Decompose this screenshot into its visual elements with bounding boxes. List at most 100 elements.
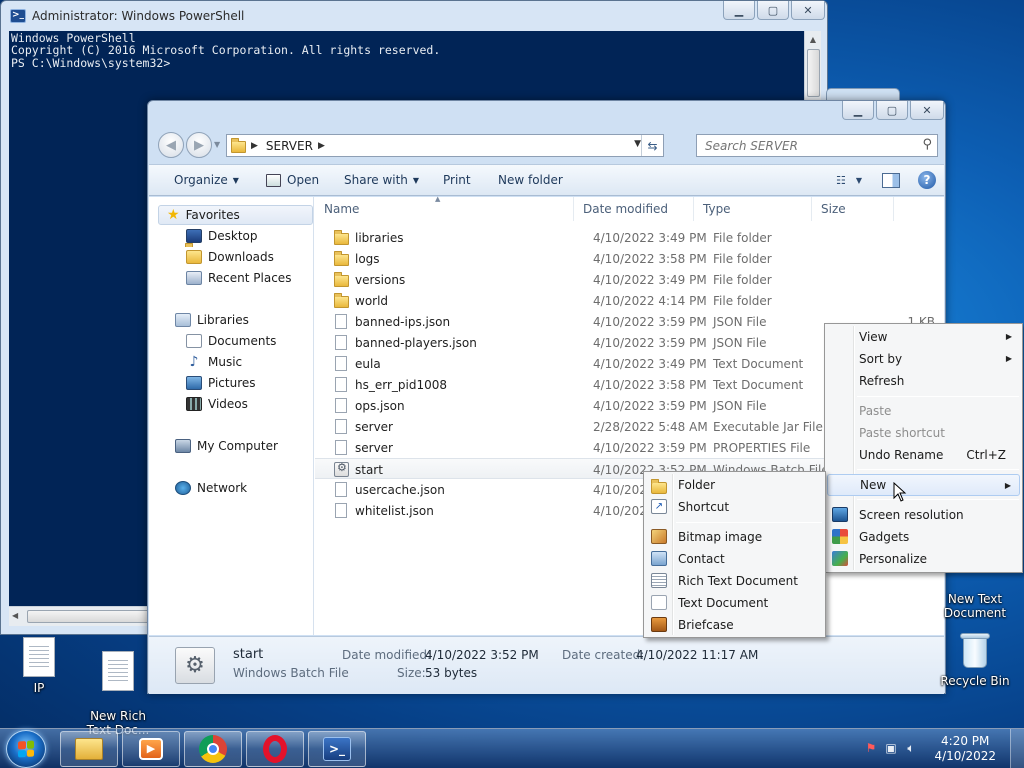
column-size[interactable]: Size (812, 197, 894, 221)
show-desktop-button[interactable] (1010, 729, 1024, 768)
nav-documents[interactable]: Documents (186, 331, 276, 351)
scroll-thumb[interactable] (807, 49, 820, 97)
nav-downloads[interactable]: Downloads (186, 247, 274, 267)
desktop-icon-recycle-bin[interactable]: Recycle Bin (937, 630, 1013, 688)
new-folder-button[interactable]: New folder (498, 165, 563, 195)
gadgets-icon (832, 529, 848, 544)
menu-item-gadgets[interactable]: Gadgets (827, 526, 1020, 548)
menu-item-screen-resolution[interactable]: Screen resolution (827, 504, 1020, 526)
menu-item-text-document[interactable]: Text Document (646, 592, 823, 614)
breadcrumb-server[interactable]: SERVER (266, 139, 313, 153)
nav-recent-places[interactable]: Recent Places (186, 268, 291, 288)
search-icon[interactable]: ⚲ (922, 137, 932, 152)
nav-music[interactable]: ♪ Music (186, 352, 243, 372)
nav-desktop[interactable]: Desktop (186, 226, 258, 246)
table-row[interactable]: logs 4/10/2022 3:58 PM File folder (315, 248, 944, 269)
column-name[interactable]: Name ▲ (315, 195, 574, 221)
taskbar-explorer[interactable] (60, 731, 118, 767)
chevron-down-icon: ▼ (232, 175, 239, 185)
forward-button[interactable]: ▶ (186, 132, 212, 158)
table-row[interactable]: world 4/10/2022 4:14 PM File folder (315, 290, 944, 311)
change-view-button[interactable]: ☷ ▼ (836, 170, 862, 190)
column-label: Date modified (583, 202, 669, 216)
clock[interactable]: 4:20 PM 4/10/2022 (934, 734, 996, 764)
menu-item-paste-shortcut[interactable]: Paste shortcut (827, 422, 1020, 444)
maximize-button[interactable]: ▢ (876, 101, 908, 120)
menu-label: Text Document (678, 596, 769, 610)
scroll-up-icon[interactable]: ▲ (805, 31, 821, 47)
print-button[interactable]: Print (443, 165, 471, 195)
menu-item-undo-rename[interactable]: Undo Rename Ctrl+Z (827, 444, 1020, 466)
organize-button[interactable]: Organize ▼ (174, 165, 239, 195)
breadcrumb-separator-icon[interactable]: ▶ (251, 141, 258, 151)
menu-item-bitmap-image[interactable]: Bitmap image (646, 526, 823, 548)
minimize-icon: ▁ (734, 3, 744, 17)
menu-item-briefcase[interactable]: Briefcase (646, 614, 823, 636)
file-name-cell: eula (334, 353, 381, 374)
table-row[interactable]: libraries 4/10/2022 3:49 PM File folder (315, 227, 944, 248)
nav-videos[interactable]: Videos (186, 394, 248, 414)
minimize-button[interactable]: ▁ (842, 101, 874, 120)
nav-libraries[interactable]: Libraries (175, 310, 249, 330)
menu-item-new[interactable]: New ▶ (827, 474, 1020, 496)
scroll-thumb[interactable] (27, 610, 149, 623)
preview-pane-icon[interactable] (882, 172, 900, 188)
close-button[interactable]: ✕ (791, 1, 825, 20)
refresh-icon[interactable]: ⇆ (641, 135, 663, 156)
breadcrumb-separator-icon[interactable]: ▶ (318, 141, 325, 151)
menu-item-rich-text-document[interactable]: Rich Text Document (646, 570, 823, 592)
nav-my-computer[interactable]: My Computer (175, 436, 278, 456)
minimize-button[interactable]: ▁ (723, 1, 755, 20)
network-tray-icon[interactable]: ▣ (883, 741, 899, 757)
column-type[interactable]: Type (694, 197, 812, 221)
menu-label: Rich Text Document (678, 574, 798, 588)
menu-item-refresh[interactable]: Refresh (827, 370, 1020, 392)
search-input[interactable] (697, 135, 912, 156)
table-row[interactable]: versions 4/10/2022 3:49 PM File folder (315, 269, 944, 290)
address-dropdown-icon[interactable]: ▼ (634, 139, 641, 149)
volume-icon[interactable]: 🔈︎ (903, 741, 919, 757)
taskbar-media-player[interactable]: ▶ (122, 731, 180, 767)
start-button[interactable] (6, 730, 46, 768)
nav-network[interactable]: Network (175, 478, 247, 498)
folder-icon (75, 738, 103, 760)
open-button[interactable]: Open (266, 165, 319, 195)
taskbar-powershell[interactable]: >_ (308, 731, 366, 767)
recent-pages-dropdown-icon[interactable]: ▼ (214, 140, 220, 149)
file-size-cell (850, 290, 935, 311)
menu-item-shortcut[interactable]: ↗ Shortcut (646, 496, 823, 518)
mouse-cursor-icon (893, 482, 907, 502)
menu-item-paste[interactable]: Paste (827, 400, 1020, 422)
menu-item-folder[interactable]: Folder (646, 474, 823, 496)
search-box[interactable]: ⚲ (696, 134, 938, 157)
nav-pictures[interactable]: Pictures (186, 373, 256, 393)
column-date-modified[interactable]: Date modified (574, 197, 694, 221)
help-icon[interactable]: ? (918, 171, 936, 189)
open-icon (266, 173, 281, 187)
address-bar[interactable]: ▶ SERVER ▶ ▼ ⇆ (226, 134, 664, 157)
document-icon (335, 398, 347, 413)
back-button[interactable]: ◀ (158, 132, 184, 158)
nav-favorites[interactable]: ★ Favorites (158, 205, 313, 225)
close-button[interactable]: ✕ (910, 101, 944, 120)
desktop-icon-new-text-document[interactable]: New Text Document (937, 578, 1013, 634)
forward-arrow-icon: ▶ (194, 137, 204, 153)
shortcut-icon: ↗ (651, 499, 667, 514)
file-name: usercache.json (355, 482, 445, 497)
desktop-icon-ip[interactable]: IP (1, 637, 77, 695)
menu-label: Paste (859, 404, 892, 418)
maximize-button[interactable]: ▢ (757, 1, 789, 20)
menu-item-personalize[interactable]: Personalize (827, 548, 1020, 570)
close-icon: ✕ (803, 3, 813, 17)
share-with-button[interactable]: Share with ▼ (344, 165, 419, 195)
taskbar-opera[interactable] (246, 731, 304, 767)
horizontal-scrollbar[interactable]: ◀ (9, 606, 149, 626)
powershell-titlebar[interactable]: >_ Administrator: Windows PowerShell (1, 1, 827, 31)
menu-item-view[interactable]: View ▶ (827, 326, 1020, 348)
menu-item-sort-by[interactable]: Sort by ▶ (827, 348, 1020, 370)
menu-item-contact[interactable]: Contact (646, 548, 823, 570)
scroll-left-icon[interactable]: ◀ (12, 611, 18, 620)
action-center-icon[interactable]: ⚑ (863, 741, 879, 757)
taskbar-chrome[interactable] (184, 731, 242, 767)
menu-label: Refresh (859, 374, 905, 388)
